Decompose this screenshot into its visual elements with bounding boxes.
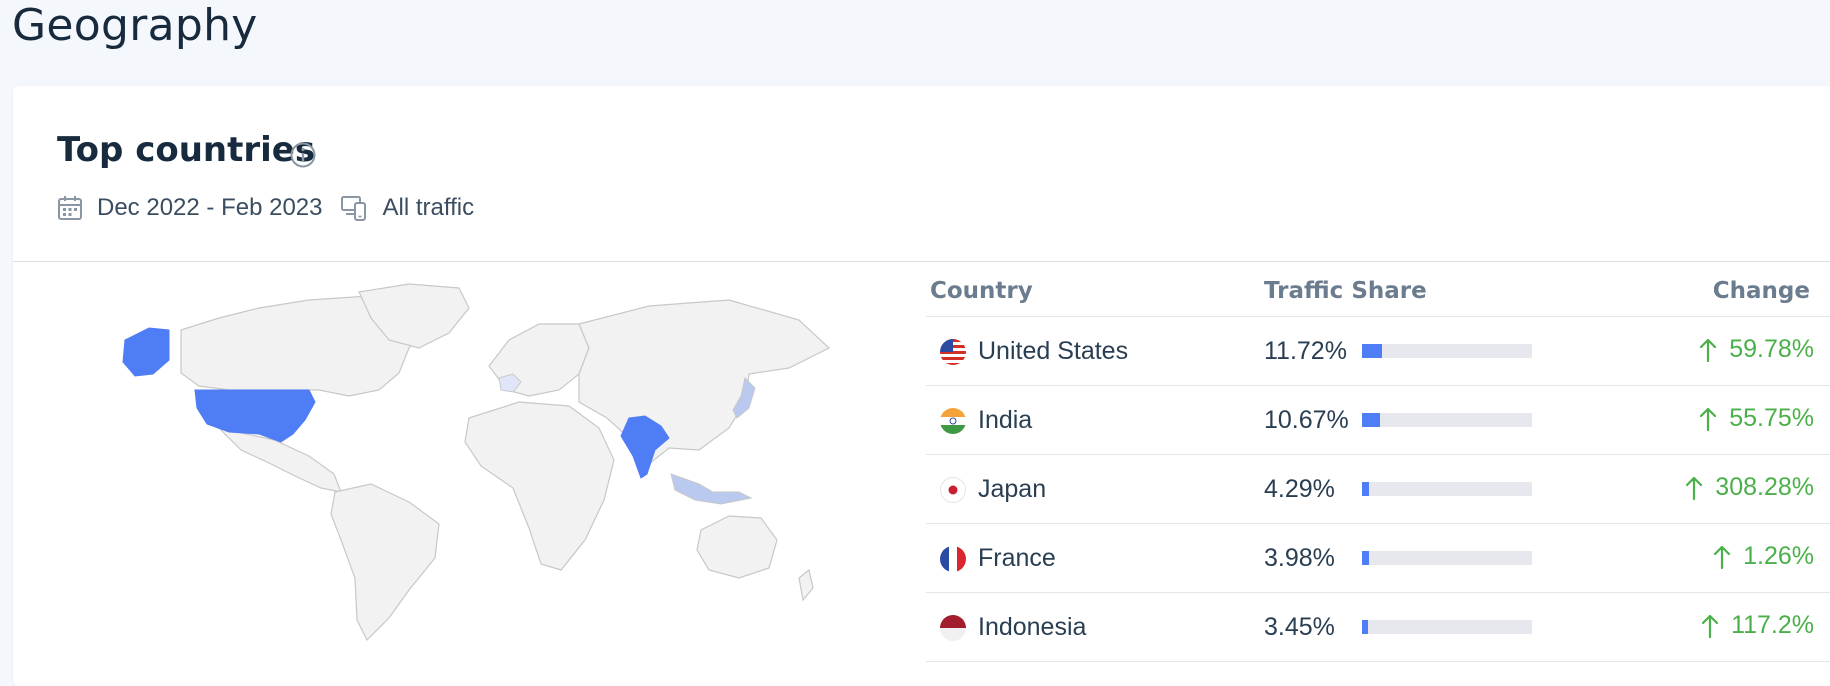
devices-icon xyxy=(341,196,367,221)
table-row[interactable]: United States 11.72% 59.78% xyxy=(926,317,1830,386)
page-title: Geography xyxy=(12,0,258,51)
us-flag-icon xyxy=(940,339,966,365)
arrow-up-icon xyxy=(1686,476,1703,500)
calendar-icon xyxy=(58,196,82,220)
table-row[interactable]: Indonesia 3.45% 117.2% xyxy=(926,593,1830,662)
table-header: Country Traffic Share Change xyxy=(926,266,1830,317)
map-asia xyxy=(578,299,831,465)
change-text: 55.75% xyxy=(1729,404,1814,432)
traffic-share-value: 10.67% xyxy=(1264,406,1349,434)
table-row[interactable]: France 3.98% 1.26% xyxy=(926,524,1830,593)
card-meta: Dec 2022 - Feb 2023 All traffic xyxy=(57,190,492,226)
date-range: Dec 2022 - Feb 2023 xyxy=(97,194,323,221)
map-south-america xyxy=(330,483,440,642)
map-alaska xyxy=(122,327,170,377)
country-name[interactable]: Indonesia xyxy=(978,613,1086,642)
change-value: 117.2% xyxy=(1701,611,1814,640)
change-text: 117.2% xyxy=(1731,611,1814,639)
world-map xyxy=(122,283,831,642)
arrow-up-icon xyxy=(1700,338,1717,362)
country-name[interactable]: Japan xyxy=(978,475,1046,504)
map-indonesia xyxy=(670,473,753,505)
traffic-share-bar-fill xyxy=(1362,413,1381,427)
map-africa xyxy=(464,401,615,571)
table-row[interactable]: India 10.67% 55.75% xyxy=(926,386,1830,455)
traffic-share-bar-fill xyxy=(1362,482,1370,496)
header-traffic-share[interactable]: Traffic Share xyxy=(1264,278,1427,304)
change-text: 308.28% xyxy=(1715,473,1814,501)
traffic-share-bar-fill xyxy=(1362,344,1382,358)
japan-flag-icon xyxy=(940,477,966,503)
arrow-up-icon xyxy=(1714,545,1731,569)
traffic-share-bar xyxy=(1362,620,1532,634)
table-row[interactable]: Japan 4.29% 308.28% xyxy=(926,455,1830,524)
traffic-share-bar-fill xyxy=(1362,551,1369,565)
arrow-up-icon xyxy=(1701,614,1719,638)
france-flag-icon xyxy=(940,546,966,572)
countries-table: Country Traffic Share Change United Stat… xyxy=(926,266,1830,662)
country-name[interactable]: France xyxy=(978,544,1056,573)
top-countries-card: Top countries Dec 2022 - Feb 2023 All tr… xyxy=(13,86,1830,686)
traffic-type: All traffic xyxy=(382,194,475,221)
arrow-up-icon xyxy=(1700,407,1717,431)
traffic-share-value: 11.72% xyxy=(1264,337,1347,365)
traffic-share-bar xyxy=(1362,413,1532,427)
change-value: 308.28% xyxy=(1685,473,1814,502)
change-text: 1.26% xyxy=(1743,542,1814,570)
country-name[interactable]: India xyxy=(978,406,1032,435)
traffic-share-value: 3.98% xyxy=(1264,544,1335,572)
header-change[interactable]: Change xyxy=(1713,278,1810,304)
card-title: Top countries xyxy=(57,130,316,170)
info-icon[interactable] xyxy=(289,141,317,169)
country-name[interactable]: United States xyxy=(978,337,1128,366)
map-united-states xyxy=(194,389,316,443)
traffic-share-bar xyxy=(1362,551,1532,565)
change-value: 59.78% xyxy=(1699,335,1814,364)
traffic-share-value: 3.45% xyxy=(1264,613,1335,641)
traffic-share-bar xyxy=(1362,344,1532,358)
change-text: 59.78% xyxy=(1729,335,1814,363)
map-new-zealand xyxy=(798,568,814,602)
traffic-share-bar-fill xyxy=(1362,620,1368,634)
india-flag-icon xyxy=(940,408,966,434)
indonesia-flag-icon xyxy=(940,615,966,641)
traffic-share-value: 4.29% xyxy=(1264,475,1335,503)
change-value: 55.75% xyxy=(1699,404,1814,433)
card-divider xyxy=(13,261,1830,262)
traffic-share-bar xyxy=(1362,482,1532,496)
map-australia xyxy=(696,515,778,579)
change-value: 1.26% xyxy=(1713,542,1814,571)
header-country[interactable]: Country xyxy=(930,278,1033,304)
